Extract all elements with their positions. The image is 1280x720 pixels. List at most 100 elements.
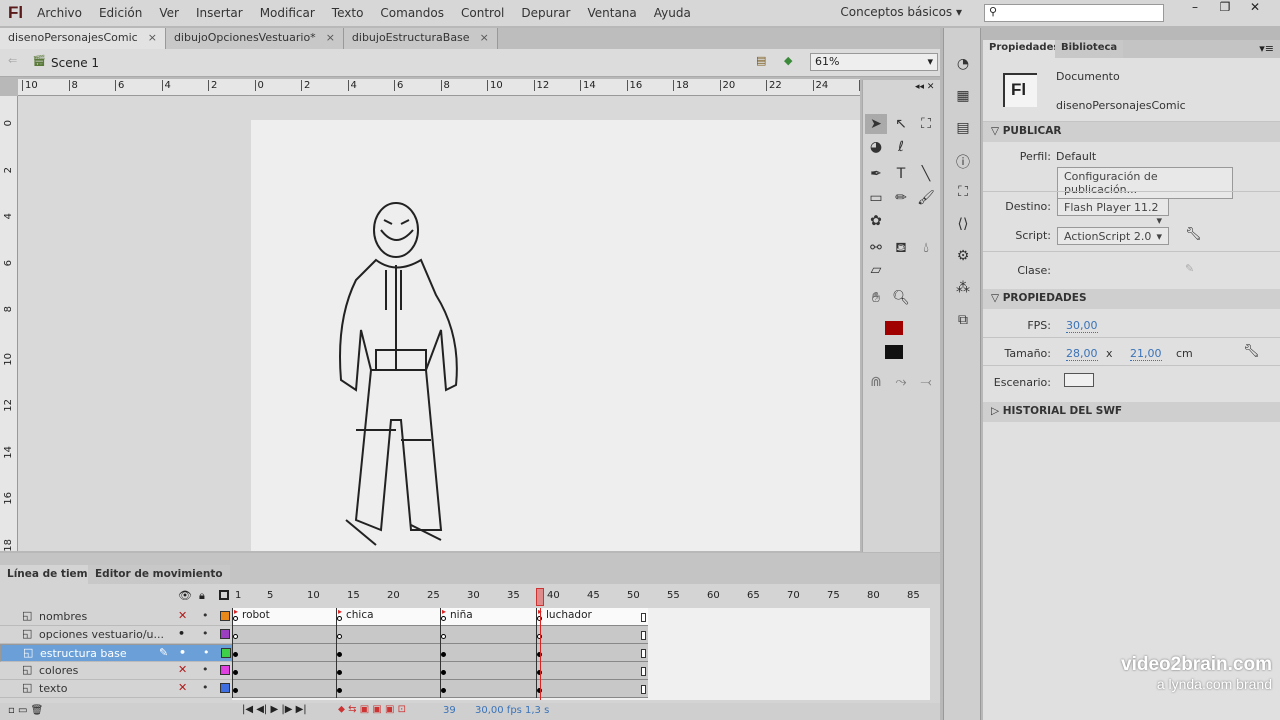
menu-10[interactable]: Ayuda [654, 6, 691, 20]
lock-dot-icon[interactable]: • [203, 646, 210, 659]
workspace-switcher[interactable]: Conceptos básicos ▾ [840, 5, 962, 19]
frame-ruler[interactable]: 1 5 10 15 20 25 30 35 40 45 50 55 60 65 70 75 80 85 [232, 588, 930, 606]
lock-dot-icon[interactable]: • [202, 609, 209, 622]
panel-menu-icon[interactable]: ▾≡ [1259, 42, 1274, 55]
eraser-tool-icon[interactable]: ▱ [865, 260, 887, 280]
keyframe[interactable] [441, 670, 446, 675]
keyframe[interactable] [337, 616, 342, 621]
layer-color-swatch[interactable] [221, 648, 231, 658]
tab-propiedades[interactable]: Propiedades [983, 40, 1066, 58]
rectangle-tool-icon[interactable]: ▭ [865, 188, 887, 208]
brush-tool-icon[interactable]: 🖌︎ [915, 188, 937, 208]
eye-icon[interactable]: 👁︎ [178, 589, 192, 602]
align-icon[interactable]: ▦ [952, 88, 974, 108]
keyframe[interactable] [233, 616, 238, 621]
hidden-x-icon[interactable]: ✕ [178, 609, 187, 622]
pencil-icon[interactable]: ✎ [1185, 262, 1194, 275]
menu-7[interactable]: Control [461, 6, 504, 20]
back-arrow-icon[interactable]: ⇐ [8, 54, 17, 67]
layer-row[interactable]: ◱ estructura base ✎ • • [0, 644, 232, 662]
menu-9[interactable]: Ventana [587, 6, 636, 20]
keyframe[interactable] [441, 616, 446, 621]
paint-bucket-tool-icon[interactable]: ⛾ [890, 238, 912, 258]
keyframe[interactable] [337, 634, 342, 639]
close-button[interactable]: ✕ [1240, 0, 1270, 18]
menu-6[interactable]: Comandos [380, 6, 444, 20]
components-icon[interactable]: ⚙ [952, 248, 974, 268]
onion-skin-icon[interactable]: ⬥ ⇆ ▣ ▣ ▣ ⊡ [338, 704, 406, 715]
doc-tab[interactable]: dibujoEstructuraBase × [343, 28, 498, 49]
wrench-icon[interactable]: 🔧︎ [1243, 344, 1260, 359]
pen-tool-icon[interactable]: ✒ [865, 164, 887, 184]
motion-presets-icon[interactable]: ◔ [952, 56, 974, 76]
outline-icon[interactable] [219, 590, 229, 600]
keyframe[interactable] [337, 688, 342, 693]
keyframe[interactable] [337, 652, 342, 657]
close-tab-icon[interactable]: × [148, 31, 157, 44]
keyframe[interactable] [441, 688, 446, 693]
eyedropper-tool-icon[interactable]: 💧︎ [915, 238, 937, 258]
width-value[interactable]: 28,00 [1066, 347, 1098, 361]
lock-dot-icon[interactable]: • [202, 663, 209, 676]
search-input[interactable]: ⚲ [984, 4, 1164, 22]
menu-8[interactable]: Depurar [521, 6, 570, 20]
stroke-color-swatch[interactable] [885, 321, 903, 335]
doc-tab[interactable]: dibujoOpcionesVestuario* × [165, 28, 344, 49]
visible-dot-icon[interactable]: • [178, 627, 185, 640]
zoom-tool-icon[interactable]: 🔍︎ [890, 288, 912, 308]
keyframe[interactable] [337, 670, 342, 675]
menu-2[interactable]: Ver [159, 6, 179, 20]
layer-row[interactable]: ◱ opciones vestuario/u... • • [0, 626, 232, 644]
tab-biblioteca[interactable]: Biblioteca [1055, 40, 1124, 58]
fill-color-swatch[interactable] [885, 345, 903, 359]
visible-dot-icon[interactable]: • [179, 646, 186, 659]
script-select[interactable]: ActionScript 2.0 ▾ [1057, 227, 1169, 245]
frames-grid[interactable]: robot▸chica▸niña▸luchador▸ [232, 608, 930, 700]
pencil-tool-icon[interactable]: ✏ [890, 188, 912, 208]
menu-4[interactable]: Modificar [260, 6, 315, 20]
doc-tab[interactable]: disenoPersonajesComic × [0, 28, 166, 49]
height-value[interactable]: 21,00 [1130, 347, 1162, 361]
layer-color-swatch[interactable] [220, 629, 230, 639]
edit-symbol-icon[interactable]: ◆ [784, 54, 792, 67]
new-layer-icon[interactable]: ▫ ▭ 🗑︎ [8, 705, 43, 716]
lasso-tool-icon[interactable]: ℓ [890, 137, 912, 157]
character-drawing[interactable] [251, 120, 860, 551]
history-icon[interactable]: ⧉ [952, 312, 974, 332]
color-icon[interactable]: ▤ [952, 120, 974, 140]
keyframe[interactable] [441, 634, 446, 639]
section-publicar[interactable]: ▽ PUBLICAR [983, 122, 1280, 142]
text-tool-icon[interactable]: T [890, 164, 912, 184]
snap-icon[interactable]: ⋒ [865, 372, 887, 392]
layer-color-swatch[interactable] [220, 683, 230, 693]
menu-1[interactable]: Edición [99, 6, 142, 20]
collapse-icon[interactable]: ◂◂ ✕ [915, 82, 934, 92]
layer-row[interactable]: ◱ colores ✕ • [0, 662, 232, 680]
lock-icon[interactable]: 🔒︎ [199, 589, 205, 603]
deco-tool-icon[interactable]: ✿ [865, 211, 887, 231]
info-icon[interactable]: ⓘ [952, 152, 974, 172]
playhead[interactable] [536, 588, 544, 606]
stage[interactable] [251, 120, 860, 551]
menu-0[interactable]: Archivo [37, 6, 82, 20]
free-transform-tool-icon[interactable]: ⛶ [915, 114, 937, 134]
publish-settings-button[interactable]: Configuración de publicación... [1057, 167, 1233, 199]
keyframe[interactable] [233, 670, 238, 675]
minimize-button[interactable]: – [1180, 0, 1210, 18]
section-propiedades[interactable]: ▽ PROPIEDADES [983, 289, 1280, 309]
fps-value[interactable]: 30,00 [1066, 319, 1098, 333]
smooth-icon[interactable]: ⤳ [890, 372, 912, 392]
section-historial[interactable]: ▷ HISTORIAL DEL SWF [983, 402, 1280, 422]
lock-dot-icon[interactable]: • [202, 681, 209, 694]
zoom-select[interactable]: 61% ▾ [810, 53, 938, 71]
close-tab-icon[interactable]: × [326, 31, 335, 44]
menu-5[interactable]: Texto [332, 6, 364, 20]
current-frame[interactable]: 39 [443, 705, 456, 716]
scene-label[interactable]: Scene 1 [51, 56, 99, 70]
line-tool-icon[interactable]: ╲ [915, 164, 937, 184]
bone-tool-icon[interactable]: ⚯ [865, 238, 887, 258]
lock-dot-icon[interactable]: • [202, 627, 209, 640]
menu-3[interactable]: Insertar [196, 6, 243, 20]
code-snippets-icon[interactable]: ⟨⟩ [952, 216, 974, 236]
hidden-x-icon[interactable]: ✕ [178, 663, 187, 676]
